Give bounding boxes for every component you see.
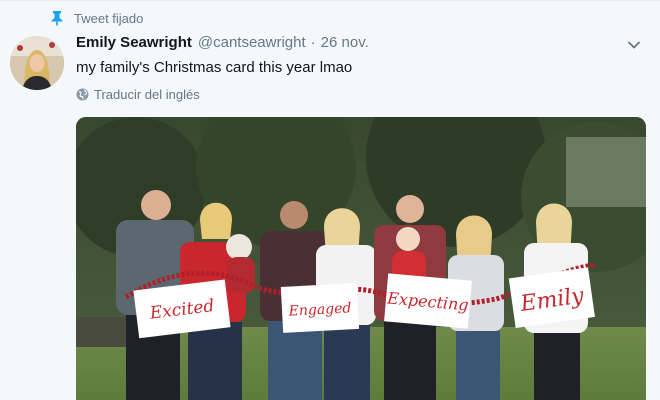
tweet-date[interactable]: 26 nov. (321, 34, 369, 51)
pinned-label: Tweet fijado (74, 10, 144, 26)
tweet-photo[interactable]: Excited Engaged Expecting Emily (76, 117, 646, 400)
sign-label-2: Engaged (287, 300, 352, 319)
tweet-header: Emily Seawright @cantseawright · 26 nov. (76, 34, 369, 51)
avatar[interactable] (10, 36, 64, 90)
family-photo: Excited Engaged Expecting Emily (76, 117, 646, 400)
tweet-card[interactable]: Tweet fijado Emily Seawright @cantseawri… (0, 0, 660, 400)
translate-label: Traducir del inglés (94, 87, 200, 102)
separator-dot: · (310, 34, 316, 51)
author-name[interactable]: Emily Seawright (76, 34, 192, 51)
translate-link[interactable]: Traducir del inglés (76, 87, 200, 102)
avatar-image (10, 36, 64, 90)
pin-icon (51, 11, 63, 26)
chevron-down-icon[interactable] (626, 37, 642, 53)
pinned-indicator: Tweet fijado (50, 10, 143, 26)
tweet-text: my family's Christmas card this year lma… (76, 59, 353, 76)
author-handle[interactable]: @cantseawright (198, 34, 306, 51)
globe-icon (76, 88, 89, 101)
